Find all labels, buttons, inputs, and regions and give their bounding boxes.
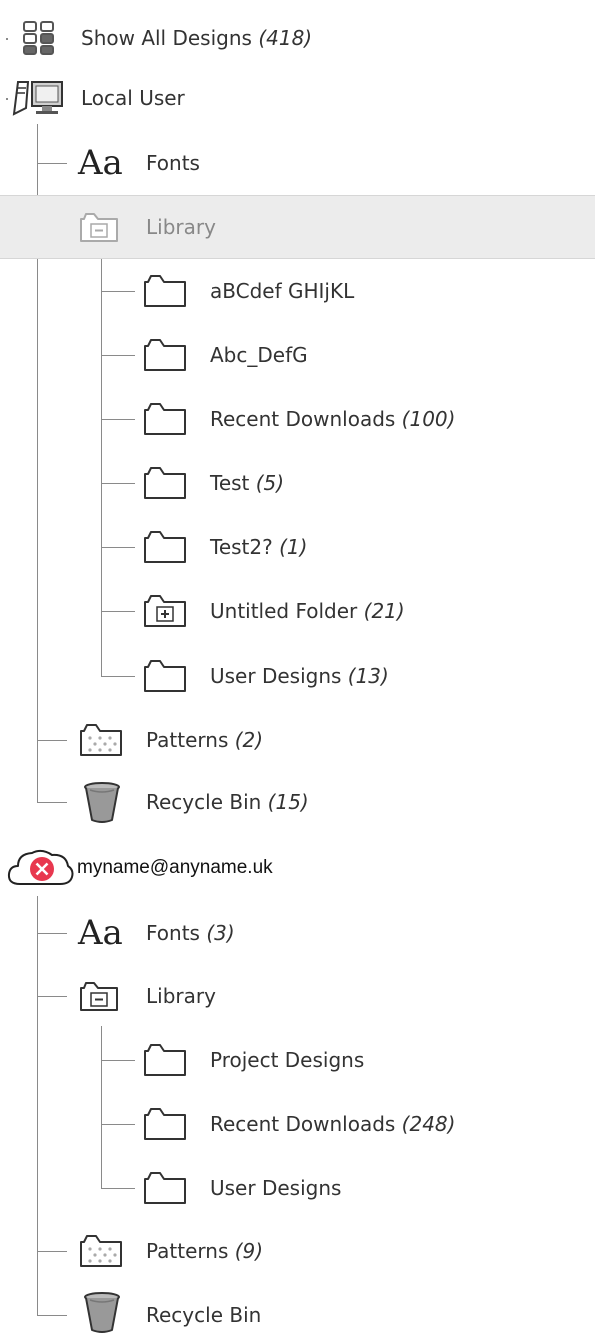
tree-item-label: Fonts <box>146 151 200 175</box>
folder-item[interactable]: Test (5) <box>0 451 595 515</box>
computer-icon <box>12 81 63 116</box>
folder-item[interactable]: Abc_DefG <box>0 323 595 387</box>
tree-item-label: Recycle Bin (15) <box>146 790 309 814</box>
item-count: (21) <box>363 599 405 623</box>
tree-item-label-text: Project Designs <box>210 1048 365 1072</box>
tree-item-label-text: Show All Designs <box>81 26 252 50</box>
tree-item-cloud-user[interactable]: myname@anyname.uk <box>0 836 595 900</box>
grid-icon <box>23 21 54 55</box>
tree-item-label: Recycle Bin <box>146 1303 261 1327</box>
tree-item-label: Recent Downloads (100) <box>210 407 455 431</box>
tree-item-label-text: aBCdef GHIjKL <box>210 279 355 303</box>
tree-item-cloud-recycle-bin[interactable]: Recycle Bin <box>0 1283 595 1335</box>
tree-item-label-text: Recycle Bin <box>146 1303 262 1328</box>
item-count: (248) <box>401 1112 456 1136</box>
folder-item[interactable]: Recent Downloads (100) <box>0 387 595 451</box>
folder-icon <box>144 275 186 307</box>
recycle-bin-icon <box>84 782 120 823</box>
design-library-tree: Show All Designs (418) Local User Aa Fon… <box>0 0 595 1335</box>
tree-item-label: Recent Downloads (248) <box>210 1112 455 1136</box>
tree-item-cloud-fonts[interactable]: Aa Fonts (3) <box>0 901 595 965</box>
item-count: (13) <box>347 664 389 688</box>
tree-item-local-library[interactable]: Library <box>0 195 595 259</box>
tree-item-label: Local User <box>81 86 185 110</box>
tree-item-label: Project Designs <box>210 1048 364 1072</box>
tree-item-label: Show All Designs (418) <box>81 26 312 50</box>
item-count: (100) <box>401 407 456 431</box>
tree-item-label: aBCdef GHIjKL <box>210 279 354 303</box>
folder-expand-icon <box>144 595 186 627</box>
folder-collapse-icon <box>80 213 118 242</box>
folder-icon <box>144 531 186 563</box>
cloud-disconnected-icon <box>7 849 74 885</box>
folder-item[interactable]: aBCdef GHIjKL <box>0 259 595 323</box>
folder-collapse-icon <box>80 982 118 1011</box>
tree-item-label: Library <box>146 215 216 239</box>
item-count: (15) <box>267 790 309 814</box>
tree-item-label: Library <box>146 984 216 1008</box>
tree-item-label: Patterns (2) <box>146 728 263 752</box>
folder-icon <box>144 1172 186 1204</box>
tree-item-label-text: Patterns <box>146 1239 229 1263</box>
tree-item-label: User Designs <box>210 1176 341 1200</box>
tree-item-cloud-patterns[interactable]: Patterns (9) <box>0 1219 595 1283</box>
tree-item-label-text: Fonts <box>146 151 200 175</box>
tree-item-local-fonts[interactable]: Aa Fonts <box>0 131 595 195</box>
tree-item-label: User Designs (13) <box>210 664 389 688</box>
folder-icon <box>144 339 186 371</box>
tree-item-local-user[interactable]: Local User <box>0 66 595 130</box>
tree-item-label: Abc_DefG <box>210 343 308 367</box>
tree-item-label: Test (5) <box>210 471 284 495</box>
tree-item-label-text: Test <box>210 471 250 495</box>
recycle-bin-icon <box>84 1292 120 1334</box>
patterns-folder-icon <box>80 1235 122 1267</box>
tree-item-label: Test2? (1) <box>210 535 307 559</box>
item-count: (418) <box>258 26 313 50</box>
tree-item-show-all-designs[interactable]: Show All Designs (418) <box>0 6 595 70</box>
item-count: (2) <box>234 728 264 752</box>
folder-item[interactable]: Test2? (1) <box>0 515 595 579</box>
tree-item-label-text: Recycle Bin <box>146 790 262 814</box>
folder-icon <box>144 403 186 435</box>
tree-item-label-text: Fonts <box>146 921 200 945</box>
folder-icon <box>144 1108 186 1140</box>
item-count: (3) <box>206 921 235 945</box>
tree-item-local-patterns[interactable]: Patterns (2) <box>0 708 595 772</box>
folder-item[interactable]: Project Designs <box>0 1028 595 1092</box>
fonts-icon: Aa <box>78 913 123 953</box>
tree-item-label: Untitled Folder (21) <box>210 599 405 623</box>
tree-item-label-text: Recent Downloads <box>210 1112 396 1136</box>
tree-item-label-text: Recent Downloads <box>210 407 396 431</box>
folder-item[interactable]: Untitled Folder (21) <box>0 579 595 643</box>
tree-item-label: Patterns (9) <box>146 1239 263 1263</box>
folder-icon <box>144 467 186 499</box>
patterns-folder-icon <box>80 724 122 756</box>
folder-item[interactable]: User Designs <box>0 1156 595 1220</box>
tree-item-label: Fonts (3) <box>146 921 235 945</box>
folder-item[interactable]: Recent Downloads (248) <box>0 1092 595 1156</box>
tree-item-label-text: Untitled Folder <box>210 599 358 623</box>
folder-icon <box>144 660 186 692</box>
item-count: (5) <box>255 471 285 495</box>
fonts-icon: Aa <box>78 143 123 183</box>
tree-item-cloud-library[interactable]: Library <box>0 964 595 1028</box>
tree-item-label-text: Abc_DefG <box>210 343 308 367</box>
folder-icon <box>144 1044 186 1076</box>
tree-item-label-text: Test2? <box>210 535 273 559</box>
tree-item-label: myname@anyname.uk <box>77 857 273 878</box>
tree-item-label-text: User Designs <box>210 1176 342 1200</box>
tree-item-label-text: User Designs <box>210 664 342 688</box>
tree-item-label-text: Patterns <box>146 728 229 752</box>
folder-item[interactable]: User Designs (13) <box>0 644 595 708</box>
item-count: (9) <box>234 1239 264 1263</box>
tree-item-local-recycle-bin[interactable]: Recycle Bin (15) <box>0 770 595 834</box>
item-count: (1) <box>279 535 308 559</box>
